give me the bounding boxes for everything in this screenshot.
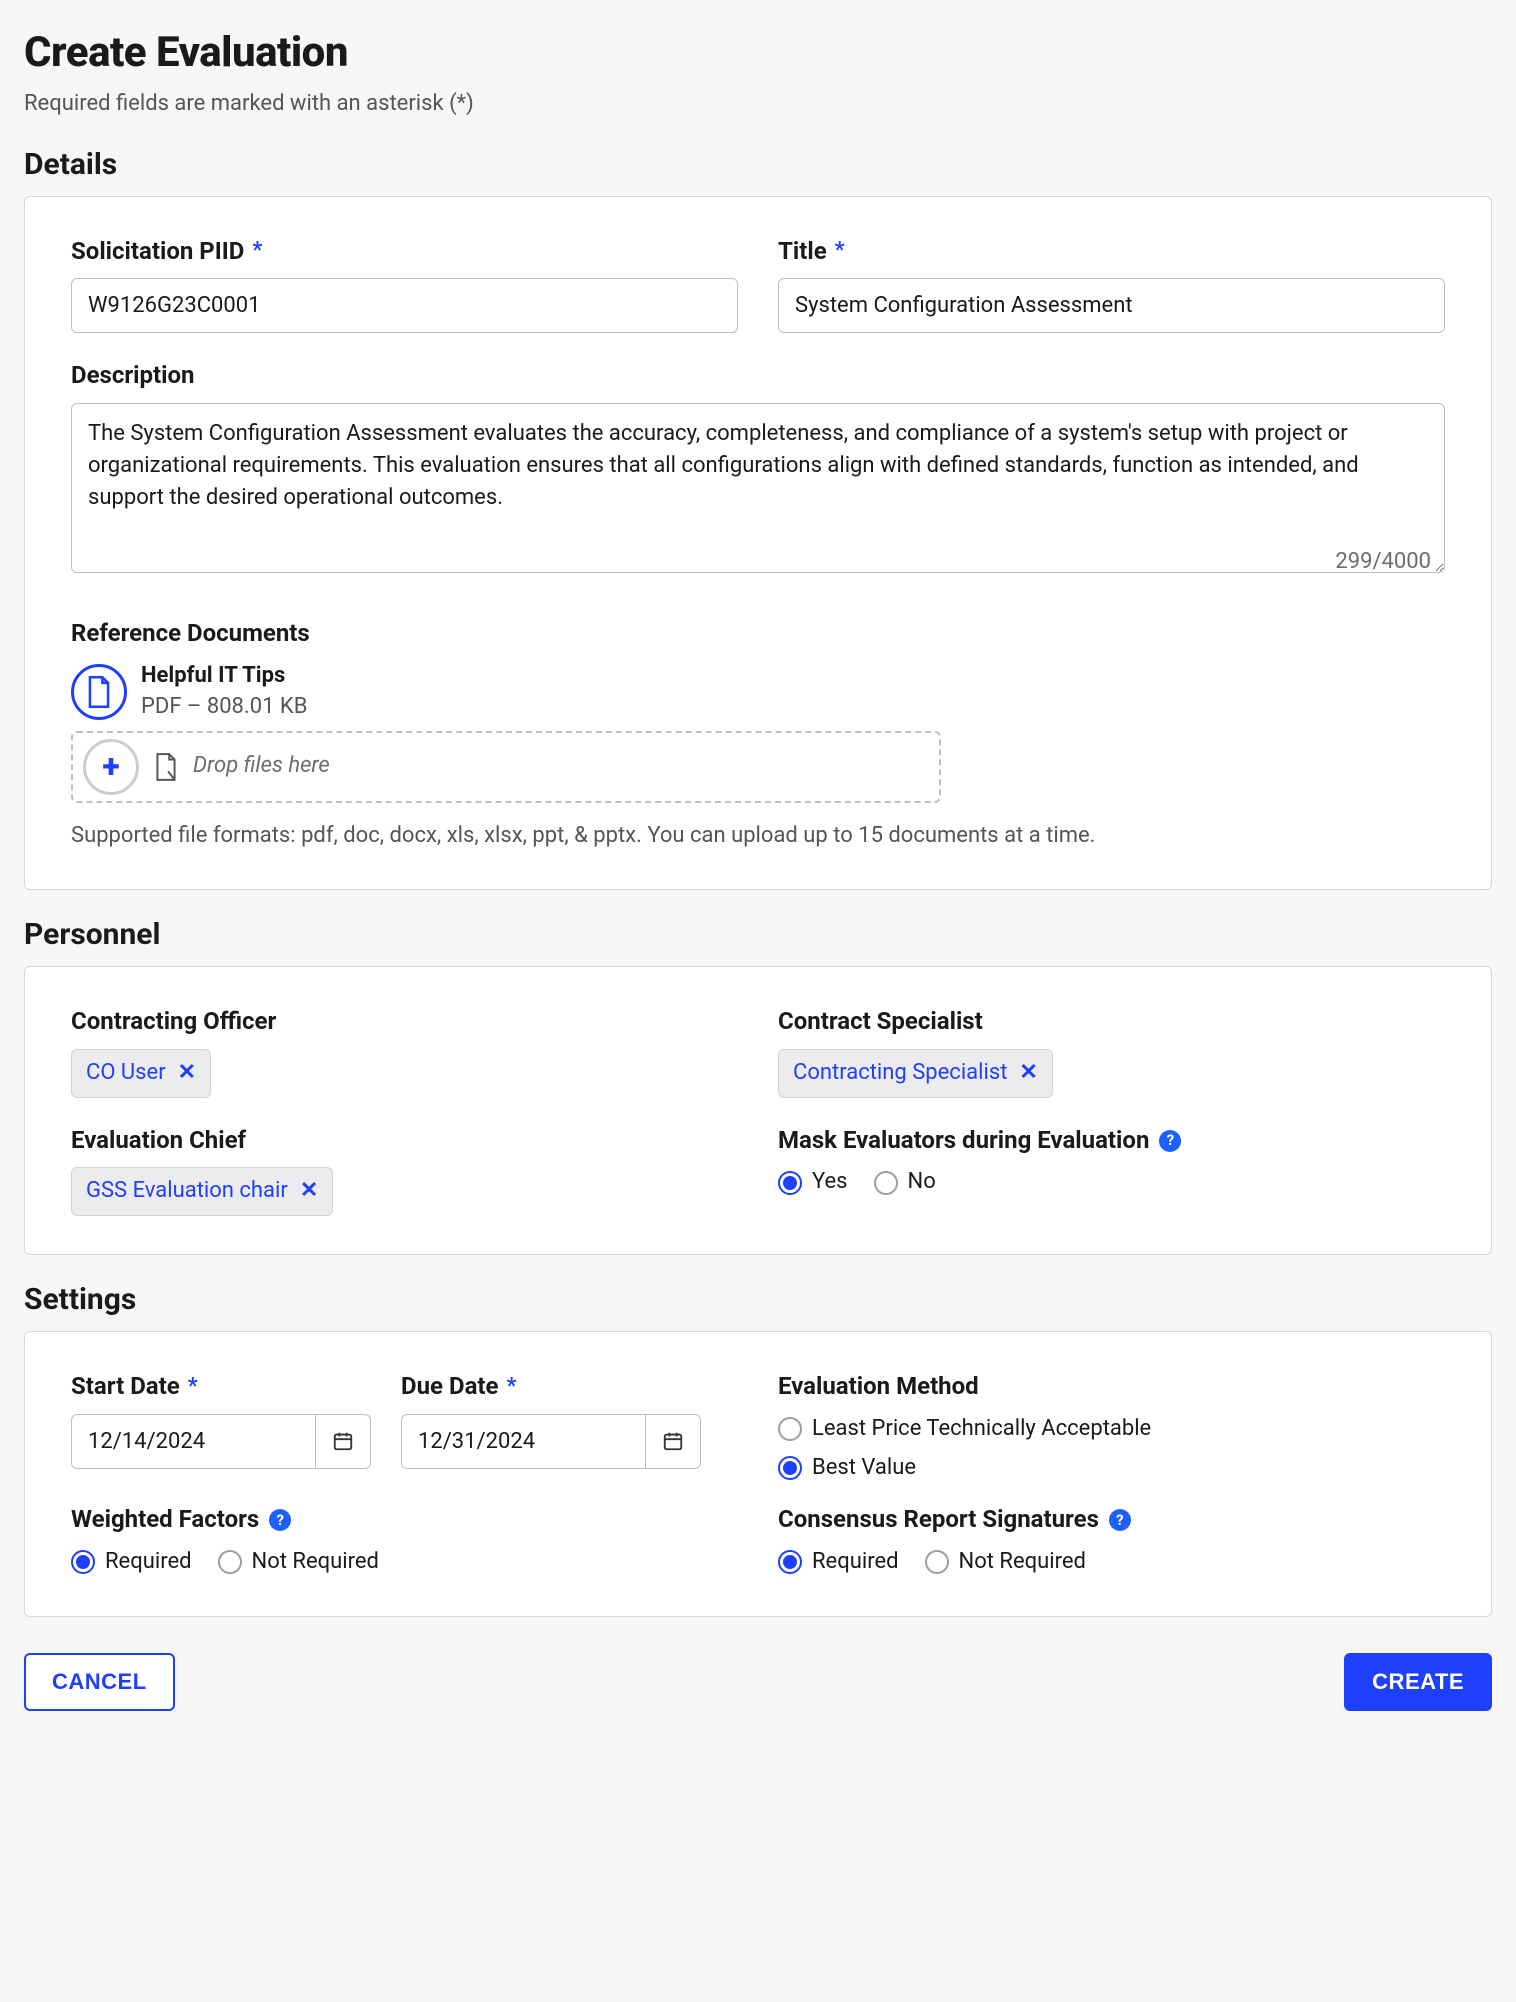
calendar-icon <box>662 1430 684 1452</box>
document-meta: PDF – 808.01 KB <box>141 692 307 723</box>
add-file-button[interactable]: + <box>83 739 139 795</box>
piid-input[interactable] <box>71 278 738 333</box>
details-card: Solicitation PIID* Title* Description Th… <box>24 196 1492 891</box>
page-title: Create Evaluation <box>24 24 1492 83</box>
method-best-value-radio[interactable]: Best Value <box>778 1453 1445 1484</box>
signatures-required-radio[interactable]: Required <box>778 1547 899 1578</box>
document-icon <box>71 664 127 720</box>
title-label: Title* <box>778 235 1445 269</box>
title-input[interactable] <box>778 278 1445 333</box>
section-personnel-title: Personnel <box>24 914 1492 956</box>
weighted-factors-label: Weighted Factors ? <box>71 1503 738 1537</box>
piid-label: Solicitation PIID* <box>71 235 738 269</box>
document-name: Helpful IT Tips <box>141 661 307 692</box>
start-date-picker-button[interactable] <box>315 1414 371 1469</box>
due-date-input[interactable] <box>401 1414 645 1469</box>
contract-specialist-label: Contract Specialist <box>778 1005 1445 1039</box>
help-icon[interactable]: ? <box>269 1509 291 1531</box>
required-star: * <box>188 1372 198 1403</box>
help-icon[interactable]: ? <box>1109 1509 1131 1531</box>
remove-icon[interactable]: ✕ <box>178 1058 196 1089</box>
section-details-title: Details <box>24 144 1492 186</box>
reference-documents-label: Reference Documents <box>71 617 1445 651</box>
mask-no-radio[interactable]: No <box>874 1167 936 1198</box>
start-date-label: Start Date* <box>71 1370 371 1404</box>
mask-yes-radio[interactable]: Yes <box>778 1167 848 1198</box>
create-button[interactable]: CREATE <box>1344 1653 1492 1711</box>
remove-icon[interactable]: ✕ <box>300 1176 318 1207</box>
signatures-not-required-radio[interactable]: Not Required <box>925 1547 1086 1578</box>
section-settings-title: Settings <box>24 1279 1492 1321</box>
file-dropzone[interactable]: + Drop files here <box>71 731 941 803</box>
calendar-icon <box>332 1430 354 1452</box>
contracting-officer-label: Contracting Officer <box>71 1005 738 1039</box>
settings-card: Start Date* <box>24 1331 1492 1617</box>
weighted-required-radio[interactable]: Required <box>71 1547 192 1578</box>
file-drop-icon <box>153 752 179 782</box>
due-date-label: Due Date* <box>401 1370 701 1404</box>
due-date-picker-button[interactable] <box>645 1414 701 1469</box>
description-textarea[interactable]: The System Configuration Assessment eval… <box>71 403 1445 573</box>
dropzone-text: Drop files here <box>193 751 330 782</box>
personnel-card: Contracting Officer CO User ✕ Contract S… <box>24 966 1492 1255</box>
method-lpta-radio[interactable]: Least Price Technically Acceptable <box>778 1414 1445 1445</box>
mask-evaluators-label: Mask Evaluators during Evaluation ? <box>778 1124 1445 1158</box>
required-star: * <box>835 236 845 267</box>
contracting-officer-chip[interactable]: CO User ✕ <box>71 1049 211 1098</box>
evaluation-chief-label: Evaluation Chief <box>71 1124 738 1158</box>
required-star: * <box>507 1372 517 1403</box>
evaluation-method-label: Evaluation Method <box>778 1370 1445 1404</box>
reference-document-item[interactable]: Helpful IT Tips PDF – 808.01 KB <box>71 661 1445 723</box>
description-label: Description <box>71 359 1445 393</box>
evaluation-chief-chip[interactable]: GSS Evaluation chair ✕ <box>71 1167 333 1216</box>
weighted-not-required-radio[interactable]: Not Required <box>218 1547 379 1578</box>
upload-hint: Supported file formats: pdf, doc, docx, … <box>71 821 1445 852</box>
help-icon[interactable]: ? <box>1159 1130 1181 1152</box>
start-date-input[interactable] <box>71 1414 315 1469</box>
required-star: * <box>252 236 262 267</box>
cancel-button[interactable]: CANCEL <box>24 1653 175 1711</box>
remove-icon[interactable]: ✕ <box>1019 1058 1037 1089</box>
contract-specialist-chip[interactable]: Contracting Specialist ✕ <box>778 1049 1053 1098</box>
required-note: Required fields are marked with an aster… <box>24 89 1492 120</box>
consensus-signatures-label: Consensus Report Signatures ? <box>778 1503 1445 1537</box>
